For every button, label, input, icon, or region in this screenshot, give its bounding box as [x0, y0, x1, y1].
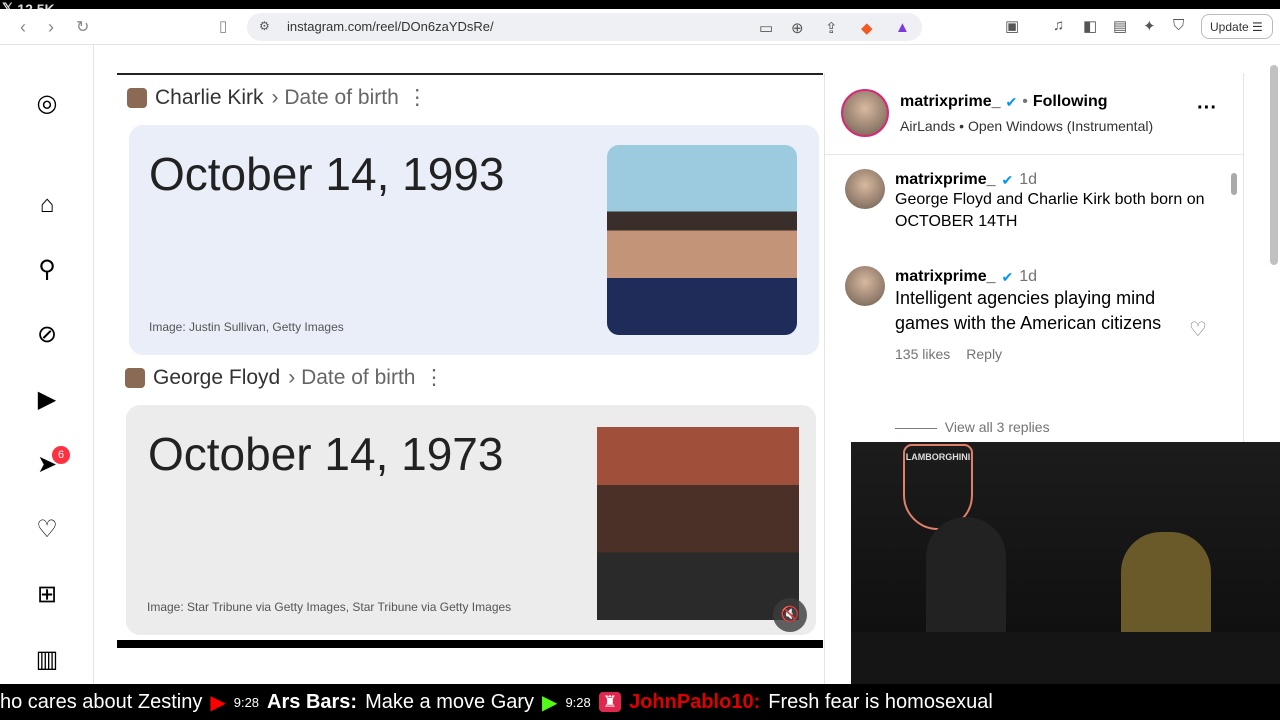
- update-button[interactable]: Update ☰: [1201, 14, 1273, 39]
- attribute-label: Date of birth: [284, 85, 399, 109]
- chat-message: Make a move Gary: [365, 690, 535, 713]
- audio-track: Open Windows (Instrumental): [967, 118, 1154, 134]
- comment-likes[interactable]: 135 likes: [895, 346, 950, 362]
- cast-icon[interactable]: ▭: [759, 19, 773, 37]
- streamer-2: [1121, 532, 1211, 642]
- chat-time: 9:28: [565, 694, 591, 710]
- home-icon[interactable]: ⌂: [32, 190, 62, 220]
- stream-top-strip: [0, 0, 1280, 9]
- share-icon[interactable]: ⇪: [825, 19, 838, 37]
- notification-badge: 6: [52, 446, 70, 464]
- chat-time: 9:28: [233, 694, 260, 710]
- media-icon[interactable]: ♫: [1053, 17, 1064, 34]
- following-button[interactable]: Following: [1033, 93, 1108, 111]
- chat-user: JohnPablo10:: [629, 690, 761, 713]
- comment-text: George Floyd and Charlie Kirk both born …: [895, 191, 1205, 230]
- address-bar[interactable]: ⚙ instagram.com/reel/DOn6zaYDsRe/ ▭ ⊕ ⇪ …: [247, 13, 922, 41]
- person-name: George Floyd: [153, 365, 281, 389]
- person-photo: [597, 427, 799, 620]
- instagram-logo-icon[interactable]: ◎: [32, 89, 62, 119]
- author-username[interactable]: matrixprime_: [900, 93, 1001, 111]
- author-avatar[interactable]: [841, 89, 889, 137]
- avatar: [125, 367, 145, 388]
- comment-time: 1d: [1019, 171, 1038, 188]
- verified-icon: ✔: [1001, 268, 1014, 285]
- mute-icon[interactable]: 🔇: [773, 598, 807, 632]
- instagram-sidebar: ◎ ⌂ ⚲ ⊘ ▶ ➤ 6 ♡ ⊞ ▥: [0, 45, 94, 684]
- image-credit: Image: Star Tribune via Getty Images, St…: [147, 600, 512, 614]
- video-progress-bar[interactable]: [117, 640, 823, 648]
- comment-username[interactable]: matrixprime_: [895, 268, 996, 286]
- audio-artist: AirLands: [900, 118, 956, 134]
- dob-card: October 14, 1993 Image: Justin Sullivan,…: [129, 125, 819, 355]
- brave-rewards-icon[interactable]: ▲: [895, 19, 910, 36]
- comment-text: Intelligent agencies playing mind games …: [895, 288, 1162, 333]
- verified-icon: ✔: [1001, 171, 1014, 188]
- avatar: [127, 87, 147, 108]
- zoom-icon[interactable]: ⊕: [791, 19, 804, 37]
- chat-ticker: ho cares about Zestiny ▶ 9:28 Ars Bars: …: [0, 684, 1280, 720]
- comment-username[interactable]: matrixprime_: [895, 171, 996, 189]
- attribute-label: Date of birth: [301, 365, 416, 389]
- create-icon[interactable]: ⊞: [32, 580, 62, 610]
- vpn-icon[interactable]: ⛉: [1173, 17, 1184, 34]
- comment-time: 1d: [1019, 268, 1038, 285]
- notifications-heart-icon[interactable]: ♡: [32, 515, 62, 545]
- comment-avatar[interactable]: [845, 266, 885, 306]
- comment: matrixprime_ ✔ 1d Intelligent agencies pla…: [895, 268, 1180, 362]
- forward-icon[interactable]: ›: [48, 17, 54, 38]
- card-header: Charlie Kirk › Date of birth ⋮: [127, 85, 428, 110]
- reload-icon[interactable]: ↻: [76, 17, 89, 37]
- leo-icon[interactable]: ✦: [1143, 17, 1156, 35]
- birth-date: October 14, 1993: [149, 148, 505, 200]
- comment-avatar[interactable]: [845, 169, 885, 209]
- person-photo: [607, 145, 797, 335]
- comments-scrollbar[interactable]: [1231, 159, 1239, 439]
- url-text[interactable]: instagram.com/reel/DOn6zaYDsRe/: [287, 19, 494, 34]
- chat-message: ho cares about Zestiny: [0, 690, 203, 713]
- more-options-icon[interactable]: ···: [1197, 97, 1217, 120]
- birth-date: October 14, 1973: [148, 428, 504, 480]
- reader-icon[interactable]: ▣: [1005, 17, 1019, 35]
- desk: [851, 632, 1280, 684]
- site-settings-icon[interactable]: ⚙: [259, 19, 270, 33]
- like-comment-icon[interactable]: ♡: [1189, 317, 1207, 342]
- person-name: Charlie Kirk: [155, 85, 264, 109]
- reply-button[interactable]: Reply: [966, 346, 1002, 362]
- reel-video[interactable]: Charlie Kirk › Date of birth ⋮ October 14,…: [117, 73, 823, 648]
- youtube-icon: ▶: [210, 691, 226, 714]
- bookmark-icon[interactable]: ▯: [219, 17, 227, 35]
- chat-user: Ars Bars:: [267, 690, 358, 713]
- update-label: Update: [1210, 20, 1249, 34]
- back-icon[interactable]: ‹: [20, 17, 26, 38]
- chat-message: Fresh fear is homosexual: [768, 690, 993, 713]
- more-icon: ⋮: [406, 86, 428, 109]
- wallet-icon[interactable]: ▤: [1113, 17, 1127, 35]
- dob-card: October 14, 1973 Image: Star Tribune via…: [126, 405, 816, 635]
- brave-shield-icon[interactable]: ◆: [861, 19, 873, 37]
- rumble-icon: ▶: [542, 691, 558, 714]
- search-icon[interactable]: ⚲: [32, 255, 62, 285]
- audio-info[interactable]: AirLands • Open Windows (Instrumental): [900, 118, 1153, 134]
- view-replies[interactable]: ——— View all 3 replies: [895, 419, 1050, 435]
- streamer-1: [926, 517, 1006, 637]
- view-replies-label: View all 3 replies: [944, 419, 1050, 435]
- page-scrollbar[interactable]: [1270, 65, 1278, 265]
- post-header: matrixprime_ ✔ • Following AirLands • Open …: [825, 73, 1243, 155]
- verified-icon: ✔: [1005, 93, 1018, 110]
- dashboard-icon[interactable]: ▥: [32, 645, 62, 675]
- more-icon: ⋮: [423, 366, 445, 389]
- card-header: George Floyd › Date of birth ⋮: [125, 365, 444, 390]
- webcam-overlay: LAMBORGHINI: [851, 442, 1280, 684]
- explore-icon[interactable]: ⊘: [32, 320, 62, 350]
- sidebar-icon[interactable]: ◧: [1083, 17, 1097, 35]
- comment: matrixprime_ ✔ 1d George Floyd and Charlie…: [895, 171, 1225, 233]
- browser-toolbar: ‹ › ↻ ▯ ⚙ instagram.com/reel/DOn6zaYDsRe…: [0, 9, 1280, 45]
- platform-icon: ♜: [598, 692, 622, 712]
- reels-icon[interactable]: ▶: [32, 385, 62, 415]
- image-credit: Image: Justin Sullivan, Getty Images: [149, 320, 344, 334]
